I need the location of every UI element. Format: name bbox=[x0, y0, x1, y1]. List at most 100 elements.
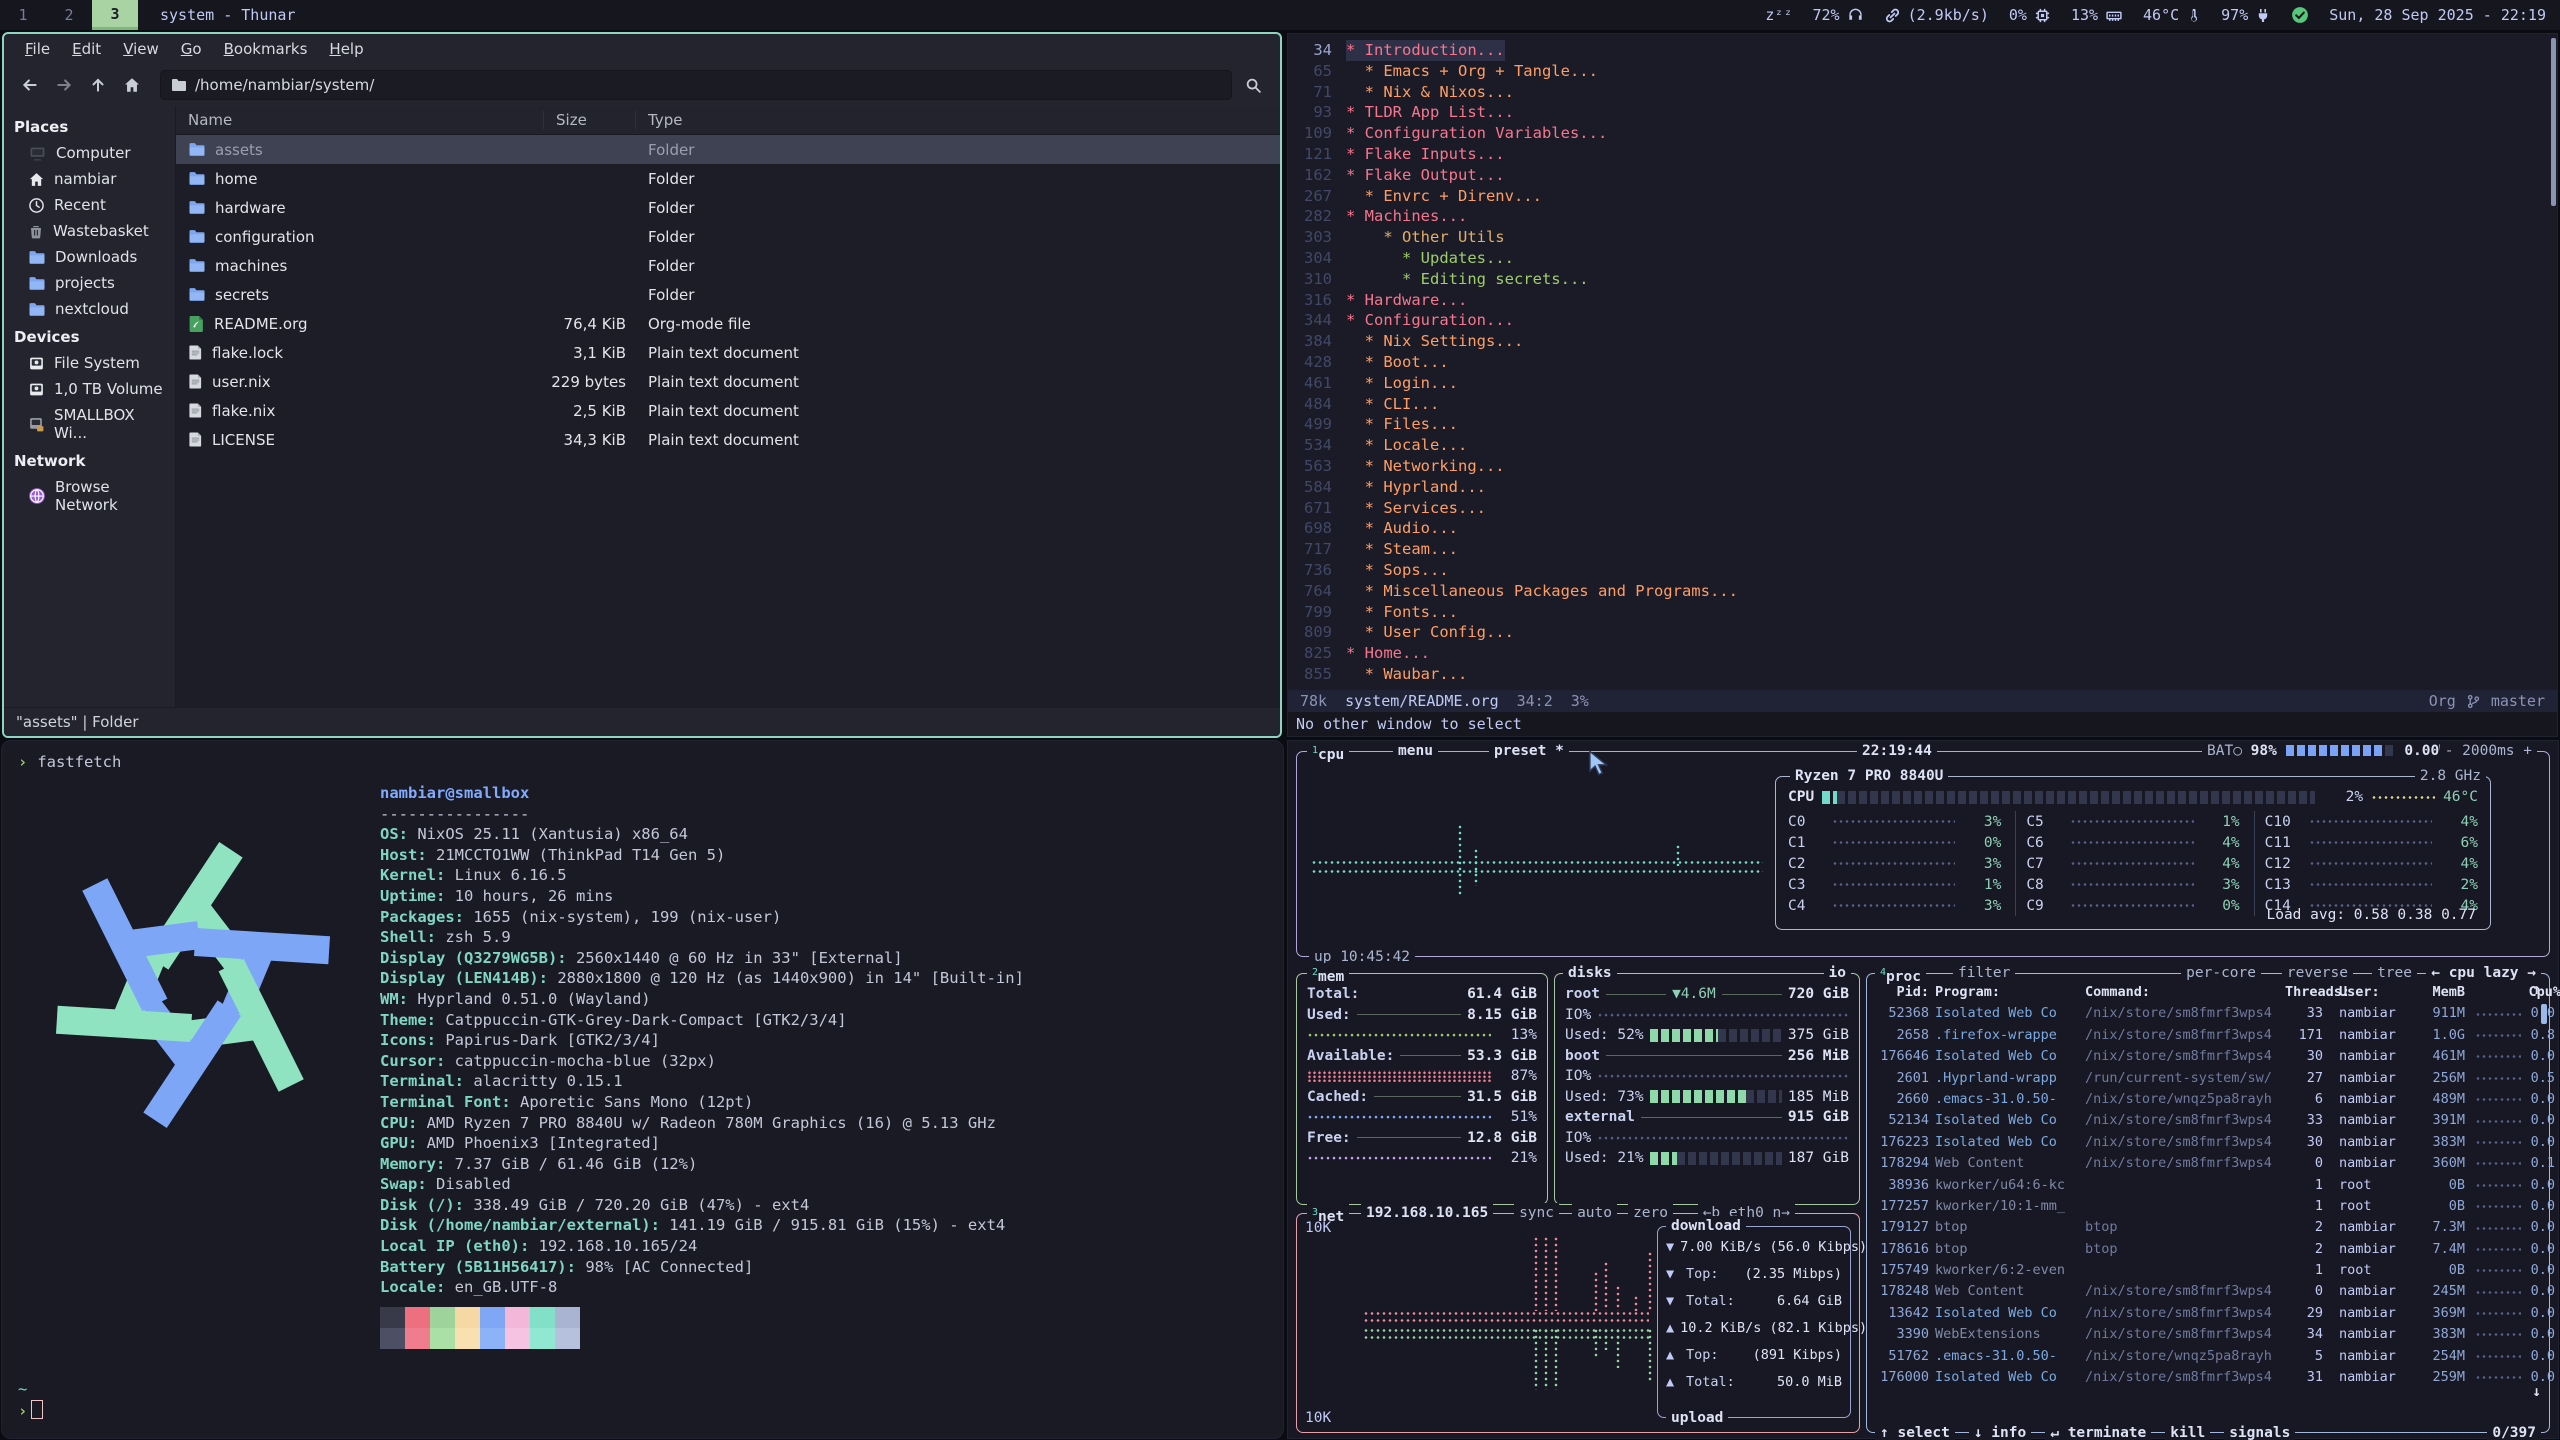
file-row-LICENSE[interactable]: LICENSE34,3 KiBPlain text document bbox=[176, 425, 1280, 454]
back-button[interactable] bbox=[14, 71, 46, 99]
sidebar-item-projects[interactable]: projects bbox=[4, 270, 175, 296]
org-heading-line: 855 * Waubar... bbox=[1288, 664, 2557, 685]
refresh-rate[interactable]: - 2000ms + bbox=[2440, 741, 2537, 761]
net-control-1[interactable]: auto bbox=[1572, 1203, 1617, 1223]
disk-io-meter bbox=[1597, 1012, 1849, 1018]
proc-footer: ↑ select ↓ info ↵ terminate kill signals bbox=[1875, 1423, 2295, 1440]
workspace-button-2[interactable]: 2 bbox=[46, 0, 92, 30]
sidebar-item-computer[interactable]: Computer bbox=[4, 140, 175, 166]
proc-row-52134[interactable]: 52134Isolated Web Co/nix/store/sm8fmrf3w… bbox=[1873, 1110, 2543, 1131]
proc-filter[interactable]: filter bbox=[1953, 963, 2015, 983]
proc-header-Threads[interactable]: Threads: bbox=[2285, 982, 2331, 1003]
proc-header-Command[interactable]: Command: bbox=[2085, 982, 2285, 1003]
menu-go[interactable]: Go bbox=[172, 37, 211, 61]
workspace-button-1[interactable]: 1 bbox=[0, 0, 46, 30]
column-header-size[interactable]: Size bbox=[544, 111, 636, 129]
sidebar-item-file-system[interactable]: File System bbox=[4, 350, 175, 376]
proc-header-Program[interactable]: Program: bbox=[1935, 982, 2085, 1003]
home-button[interactable] bbox=[116, 71, 148, 99]
mem-line bbox=[1374, 1096, 1461, 1097]
proc-row-176000[interactable]: 176000Isolated Web Co/nix/store/sm8fmrf3… bbox=[1873, 1367, 2543, 1388]
file-row-secrets[interactable]: secretsFolder bbox=[176, 280, 1280, 309]
disks-io-tab[interactable]: io bbox=[1824, 963, 1851, 983]
proc-row-3390[interactable]: 3390WebExtensions/nix/store/sm8fmrf3wps4… bbox=[1873, 1324, 2543, 1345]
proc-row-2601[interactable]: 2601.Hyprland-wrapp/run/current-system/s… bbox=[1873, 1068, 2543, 1089]
proc-row-176646[interactable]: 176646Isolated Web Co/nix/store/sm8fmrf3… bbox=[1873, 1046, 2543, 1067]
file-row-flake.lock[interactable]: flake.lock3,1 KiBPlain text document bbox=[176, 338, 1280, 367]
disks-tab: disks bbox=[1563, 963, 1617, 983]
proc-header-Pid[interactable]: Pid: bbox=[1873, 982, 1935, 1003]
menu-view[interactable]: View bbox=[114, 37, 168, 61]
file-row-hardware[interactable]: hardwareFolder bbox=[176, 193, 1280, 222]
sidebar-item-smallbox-wi-[interactable]: SMALLBOX Wi... bbox=[4, 402, 175, 446]
menu-bookmarks[interactable]: Bookmarks bbox=[215, 37, 317, 61]
file-row-assets[interactable]: assetsFolder bbox=[176, 135, 1280, 164]
core-C12: C124% bbox=[2265, 853, 2478, 874]
forward-button[interactable] bbox=[48, 71, 80, 99]
column-header-type[interactable]: Type bbox=[636, 111, 1280, 129]
sidebar-item-recent[interactable]: Recent bbox=[4, 192, 175, 218]
file-row-home[interactable]: homeFolder bbox=[176, 164, 1280, 193]
net-control-0[interactable]: sync bbox=[1514, 1203, 1559, 1223]
file-row-flake.nix[interactable]: flake.nix2,5 KiBPlain text document bbox=[176, 396, 1280, 425]
proc-row-178248[interactable]: 178248Web Content/nix/store/sm8fmrf3wps4… bbox=[1873, 1281, 2543, 1302]
cpu-tab-preset[interactable]: preset * bbox=[1489, 741, 1569, 761]
proc-row-2660[interactable]: 2660.emacs-31.0.50-/nix/store/wnqz5pa8ra… bbox=[1873, 1089, 2543, 1110]
sidebar-item-1-0-tb-volume[interactable]: 1,0 TB Volume bbox=[4, 376, 175, 402]
workspace-button-3[interactable]: 3 bbox=[92, 0, 138, 30]
proc-row-51762[interactable]: 51762.emacs-31.0.50-/nix/store/wnqz5pa8r… bbox=[1873, 1346, 2543, 1367]
file-row-user.nix[interactable]: user.nix229 bytesPlain text document bbox=[176, 367, 1280, 396]
mem-tab[interactable]: 2mem bbox=[1307, 963, 1349, 983]
core-pct: 3% bbox=[1963, 814, 2001, 830]
proc-sort[interactable]: ← cpu lazy → bbox=[2426, 963, 2541, 983]
org-heading-line: 799 * Fonts... bbox=[1288, 602, 2557, 623]
path-bar[interactable]: /home/nambiar/system/ bbox=[160, 70, 1232, 100]
scrollbar[interactable] bbox=[2551, 38, 2556, 206]
mem-label: Total: bbox=[1307, 986, 1359, 1002]
fastfetch-line: GPU: AMD Phoenix3 [Integrated] bbox=[380, 1133, 1024, 1154]
proc-row-178616[interactable]: 178616btopbtop2nambiar7.4M0.0 bbox=[1873, 1239, 2543, 1260]
menu-help[interactable]: Help bbox=[320, 37, 372, 61]
proc-row-13642[interactable]: 13642Isolated Web Co/nix/store/sm8fmrf3w… bbox=[1873, 1303, 2543, 1324]
proc-key-1[interactable]: ↓ info bbox=[1969, 1423, 2031, 1440]
sidebar-item-nambiar[interactable]: nambiar bbox=[4, 166, 175, 192]
proc-key-2[interactable]: ↵ terminate bbox=[2045, 1423, 2151, 1440]
cpu-tab-menu[interactable]: menu bbox=[1393, 741, 1438, 761]
proc-key-3[interactable]: kill bbox=[2165, 1423, 2210, 1440]
sidebar-item-downloads[interactable]: Downloads bbox=[4, 244, 175, 270]
search-button[interactable] bbox=[1236, 71, 1270, 99]
proc-reverse[interactable]: reverse bbox=[2282, 963, 2353, 983]
proc-row-178294[interactable]: 178294Web Content/nix/store/sm8fmrf3wps4… bbox=[1873, 1153, 2543, 1174]
menu-file[interactable]: File bbox=[16, 37, 59, 61]
proc-header-Cpu%[interactable]: Cpu% bbox=[2525, 982, 2560, 1003]
proc-percore[interactable]: per-core bbox=[2181, 963, 2261, 983]
proc-key-4[interactable]: signals bbox=[2224, 1423, 2295, 1440]
menu-edit[interactable]: Edit bbox=[63, 37, 110, 61]
proc-row-179127[interactable]: 179127btopbtop2nambiar7.3M0.0 bbox=[1873, 1217, 2543, 1238]
proc-scrollbar-thumb[interactable] bbox=[2541, 1004, 2547, 1024]
file-row-machines[interactable]: machinesFolder bbox=[176, 251, 1280, 280]
proc-row-177257[interactable]: 177257kworker/10:1-mm_1root0B0.0 bbox=[1873, 1196, 2543, 1217]
proc-table: Pid:Program:Command:Threads:User:MemBCpu… bbox=[1867, 974, 2549, 1388]
sidebar-item-nextcloud[interactable]: nextcloud bbox=[4, 296, 175, 322]
file-row-configuration[interactable]: configurationFolder bbox=[176, 222, 1280, 251]
proc-scroll-down: ↓ bbox=[2532, 1384, 2541, 1400]
fastfetch-key: Uptime: bbox=[380, 887, 455, 905]
sidebar-item-browse-network[interactable]: Browse Network bbox=[4, 474, 175, 518]
proc-row-52368[interactable]: 52368Isolated Web Co/nix/store/sm8fmrf3w… bbox=[1873, 1003, 2543, 1024]
column-header-name[interactable]: Name bbox=[176, 111, 544, 129]
proc-row-2658[interactable]: 2658.firefox-wrappe/nix/store/sm8fmrf3wp… bbox=[1873, 1025, 2543, 1046]
proc-key-0[interactable]: ↑ select bbox=[1875, 1423, 1955, 1440]
file-name: hardware bbox=[176, 199, 544, 217]
proc-header-MemB[interactable]: MemB bbox=[2415, 982, 2471, 1003]
up-button[interactable] bbox=[82, 71, 114, 99]
file-row-README.org[interactable]: README.org76,4 KiBOrg-mode file bbox=[176, 309, 1280, 338]
proc-cpu-graph bbox=[2475, 1354, 2521, 1359]
proc-row-38936[interactable]: 38936kworker/u64:6-kc1root0B0.0 bbox=[1873, 1175, 2543, 1196]
sidebar-item-wastebasket[interactable]: Wastebasket bbox=[4, 218, 175, 244]
proc-row-175749[interactable]: 175749kworker/6:2-even1root0B0.0 bbox=[1873, 1260, 2543, 1281]
proc-row-176223[interactable]: 176223Isolated Web Co/nix/store/sm8fmrf3… bbox=[1873, 1132, 2543, 1153]
proc-tree[interactable]: tree bbox=[2372, 963, 2417, 983]
proc-header-User[interactable]: User: bbox=[2331, 982, 2415, 1003]
cpu-tab-cpu[interactable]: 1cpu bbox=[1307, 741, 1349, 761]
